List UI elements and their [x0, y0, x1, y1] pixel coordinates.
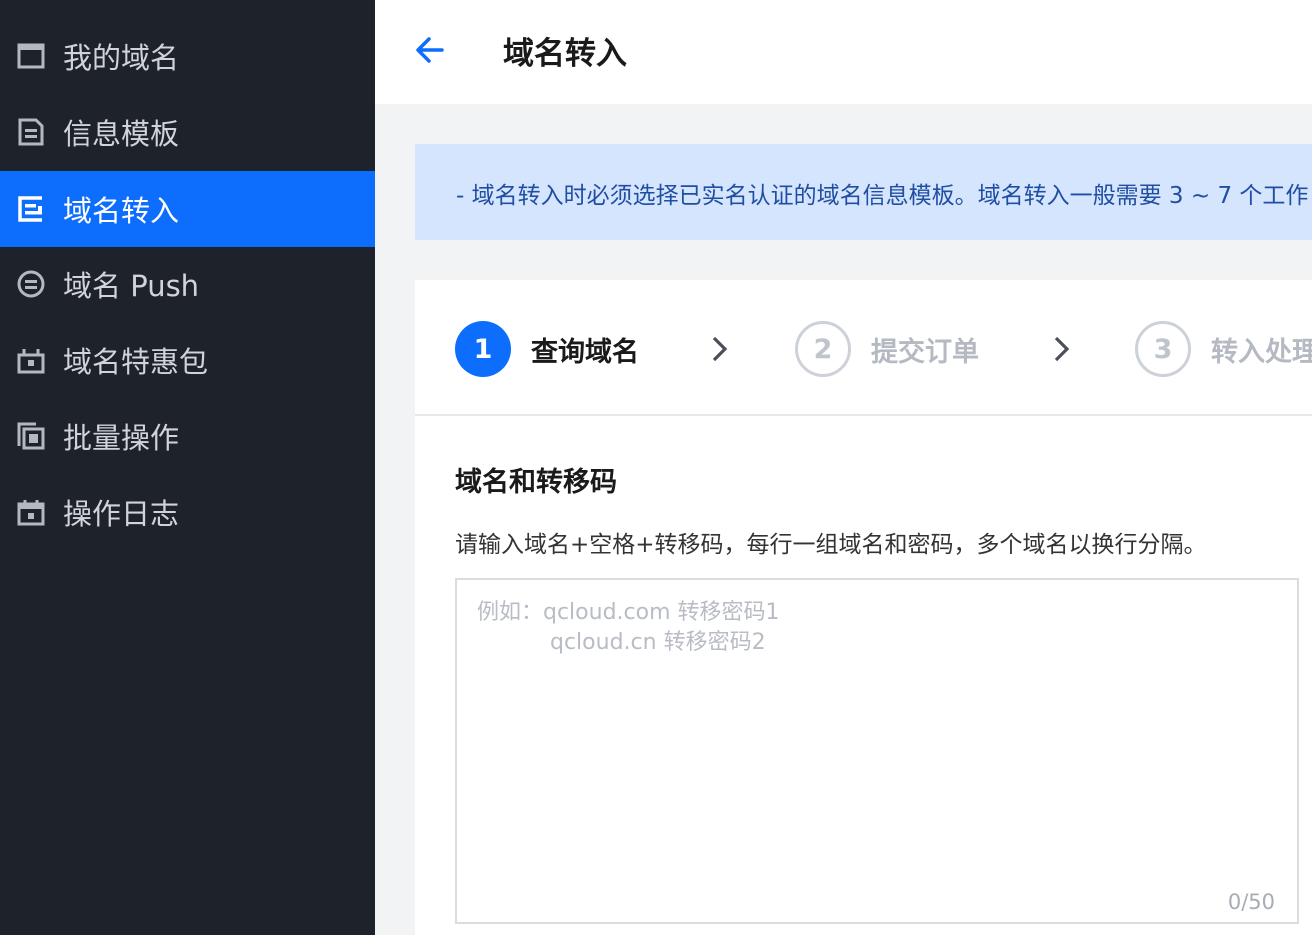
sidebar-item-label: 域名 Push [63, 269, 200, 303]
calendar-log-icon [16, 497, 46, 527]
step-query-domain: 1 查询域名 [455, 321, 639, 377]
transfer-in-icon [16, 194, 46, 224]
section-description: 请输入域名+空格+转移码，每行一组域名和密码，多个域名以换行分隔。 [455, 532, 1207, 558]
sidebar-item-label: 批量操作 [63, 421, 180, 455]
document-icon [16, 117, 46, 147]
step-submit-order: 2 提交订单 [795, 321, 979, 377]
sidebar-item-domain-push[interactable]: 域名 Push [0, 246, 375, 322]
gift-package-icon [16, 345, 46, 375]
sidebar-item-label: 域名特惠包 [63, 345, 209, 379]
chevron-right-icon [1049, 334, 1073, 364]
sidebar-item-my-domains[interactable]: 我的域名 [0, 18, 375, 94]
notice-text: - 域名转入时必须选择已实名认证的域名信息模板。域名转入一般需要 3 ~ 7 个… [456, 183, 1309, 209]
step-label: 提交订单 [871, 336, 979, 368]
page-title: 域名转入 [503, 36, 627, 72]
sidebar-item-label: 我的域名 [63, 41, 180, 75]
step-number: 2 [795, 321, 851, 377]
sidebar-item-domain-packages[interactable]: 域名特惠包 [0, 322, 375, 398]
step-number: 3 [1135, 321, 1191, 377]
page-header: 域名转入 [375, 0, 1312, 104]
domain-transfer-code-textarea[interactable]: 例如：qcloud.com 转移密码1 qcloud.cn 转移密码2 0/50 [455, 578, 1299, 924]
transfer-card: 1 查询域名 2 提交订单 3 转入处理 域名和转移码 请输入域名+空格+转移码… [415, 280, 1312, 935]
character-counter: 0/50 [1227, 890, 1275, 914]
placeholder-line-2: qcloud.cn 转移密码2 [550, 630, 766, 655]
sidebar-item-batch-operations[interactable]: 批量操作 [0, 398, 375, 474]
sidebar-item-operation-logs[interactable]: 操作日志 [0, 474, 375, 550]
steps-bar: 1 查询域名 2 提交订单 3 转入处理 [415, 280, 1312, 416]
step-transfer-processing: 3 转入处理 [1135, 321, 1312, 377]
sidebar-item-label: 信息模板 [63, 117, 180, 151]
arrow-left-icon [411, 37, 447, 72]
sidebar-item-domain-transfer[interactable]: 域名转入 [0, 171, 375, 247]
step-label: 查询域名 [531, 336, 639, 368]
step-label: 转入处理 [1211, 336, 1312, 368]
sidebar-item-label: 域名转入 [63, 194, 180, 228]
browser-window-icon [16, 41, 46, 71]
sidebar-item-label: 操作日志 [63, 497, 180, 531]
sidebar-item-info-templates[interactable]: 信息模板 [0, 94, 375, 170]
chevron-right-icon [707, 334, 731, 364]
back-button[interactable] [411, 32, 447, 68]
stacked-copies-icon [16, 421, 46, 451]
step-number: 1 [455, 321, 511, 377]
section-title: 域名和转移码 [455, 467, 617, 498]
sidebar: 我的域名 信息模板 域名转入 域名 Push 域名特惠包 批量操作 操作日志 [0, 0, 375, 935]
push-circle-icon [16, 269, 46, 299]
placeholder-line-1: 例如：qcloud.com 转移密码1 [477, 600, 780, 625]
notice-banner: - 域名转入时必须选择已实名认证的域名信息模板。域名转入一般需要 3 ~ 7 个… [415, 144, 1312, 240]
